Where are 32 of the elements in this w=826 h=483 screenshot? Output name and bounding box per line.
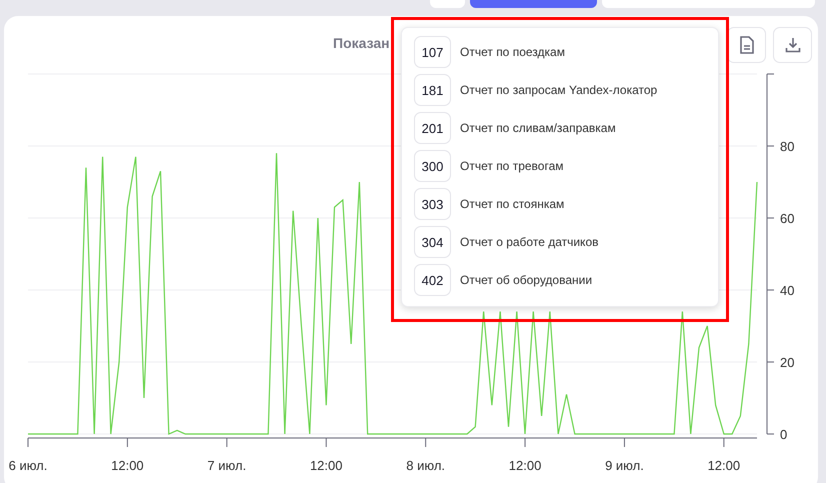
- menu-item[interactable]: Отчет об оборудовании: [460, 273, 592, 287]
- report-code: 300: [414, 150, 451, 182]
- x-tick-label: 12:00: [708, 458, 740, 473]
- menu-item[interactable]: Отчет по сливам/заправкам: [460, 121, 616, 135]
- x-tick-label: 12:00: [310, 458, 342, 473]
- document-button[interactable]: [727, 27, 766, 63]
- report-code: 304: [414, 226, 451, 258]
- y-tick-label: 80: [780, 139, 794, 154]
- document-icon: [740, 36, 754, 54]
- x-tick-label: 12:00: [111, 458, 144, 473]
- chart-title: Показан: [333, 35, 390, 51]
- x-tick-label: 9 июл.: [605, 458, 644, 473]
- report-code: 181: [414, 74, 451, 106]
- x-tick-label: 6 июл.: [8, 458, 48, 473]
- y-tick-label: 0: [780, 427, 788, 442]
- report-code: 402: [414, 264, 451, 296]
- menu-item[interactable]: Отчет по тревогам: [460, 159, 564, 173]
- y-tick-label: 20: [780, 355, 794, 370]
- report-code: 107: [414, 36, 451, 68]
- x-tick-label: 7 июл.: [207, 458, 246, 473]
- menu-item[interactable]: Отчет о работе датчиков: [460, 235, 598, 249]
- y-tick-label: 60: [780, 211, 794, 226]
- x-tick-label: 8 июл.: [406, 458, 446, 473]
- report-code: 201: [414, 112, 451, 144]
- download-button[interactable]: [773, 27, 812, 63]
- menu-item[interactable]: Отчет по поездкам: [460, 45, 565, 59]
- download-icon: [784, 37, 800, 53]
- menu-item[interactable]: Отчет по запросам Yandex-локатор: [460, 83, 658, 97]
- x-tick-label: 12:00: [508, 458, 542, 473]
- menu-item[interactable]: Отчет по стоянкам: [460, 197, 564, 211]
- y-tick-label: 40: [780, 283, 794, 298]
- report-code: 303: [414, 188, 451, 220]
